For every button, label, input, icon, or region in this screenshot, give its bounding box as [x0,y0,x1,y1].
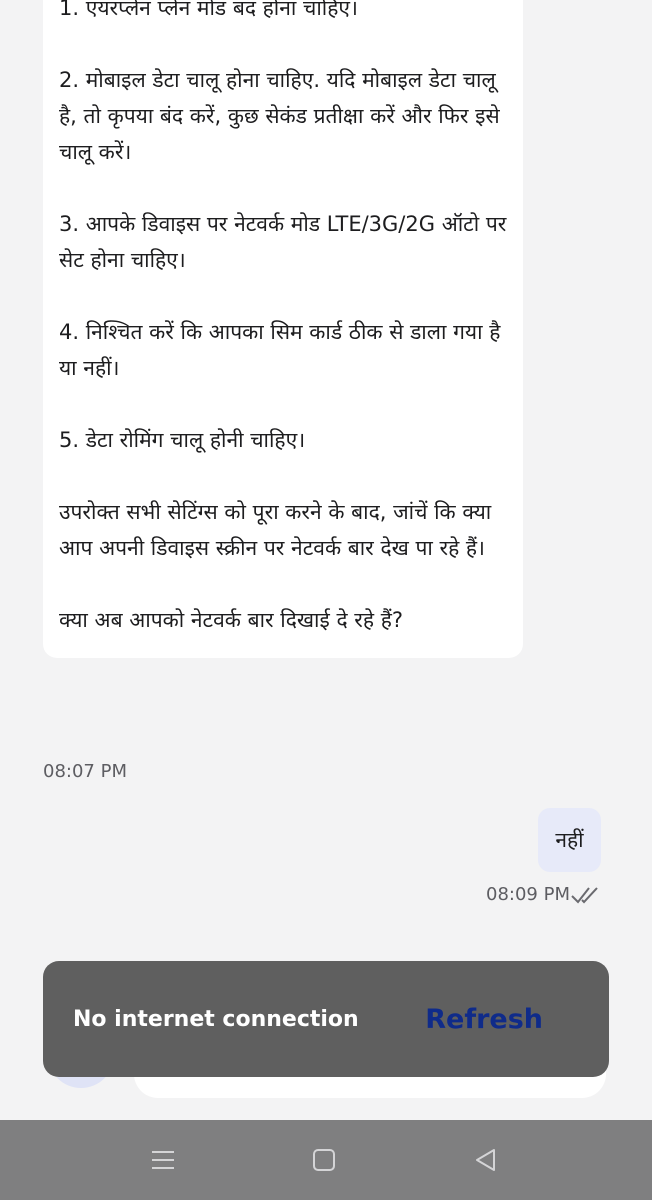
menu-icon [152,1151,174,1169]
bot-message-line: 5. डेटा रोमिंग चालू होनी चाहिए। [59,428,306,452]
bot-message-line: उपरोक्त सभी सेटिंग्स को पूरा करने के बाद… [59,500,492,560]
bot-message-line: क्या अब आपको नेटवर्क बार दिखाई दे रहे है… [59,608,404,632]
bot-message-bubble: 1. एयरप्लेन प्लेन मोड बंद होना चाहिए। 2.… [43,0,523,658]
home-square-icon [313,1149,335,1171]
back-button[interactable] [446,1120,526,1200]
refresh-button[interactable]: Refresh [425,1004,543,1035]
chat-scroll-area[interactable]: 1. एयरप्लेन प्लेन मोड बंद होना चाहिए। 2.… [0,0,652,1120]
bot-message-line: 1. एयरप्लेन प्लेन मोड बंद होना चाहिए। [59,0,358,20]
snackbar-message: No internet connection [73,1006,359,1032]
back-triangle-icon [476,1149,495,1171]
user-message-time: 08:09 PM [486,884,570,905]
recent-apps-button[interactable] [123,1120,203,1200]
home-button[interactable] [284,1120,364,1200]
user-message-bubble: नहीं [538,808,601,872]
user-message-text: नहीं [555,828,584,852]
bot-message-line: 3. आपके डिवाइस पर नेटवर्क मोड LTE/3G/2G … [59,212,507,272]
bot-message-line: 2. मोबाइल डेटा चालू होना चाहिए. यदि मोबा… [59,68,500,164]
double-check-icon [571,887,598,904]
bot-message-time: 08:07 PM [43,761,127,782]
bot-message-line: 4. निश्चित करें कि आपका सिम कार्ड ठीक से… [59,320,501,380]
no-internet-snackbar: No internet connection Refresh [43,961,609,1077]
system-navigation-bar [0,1120,652,1200]
